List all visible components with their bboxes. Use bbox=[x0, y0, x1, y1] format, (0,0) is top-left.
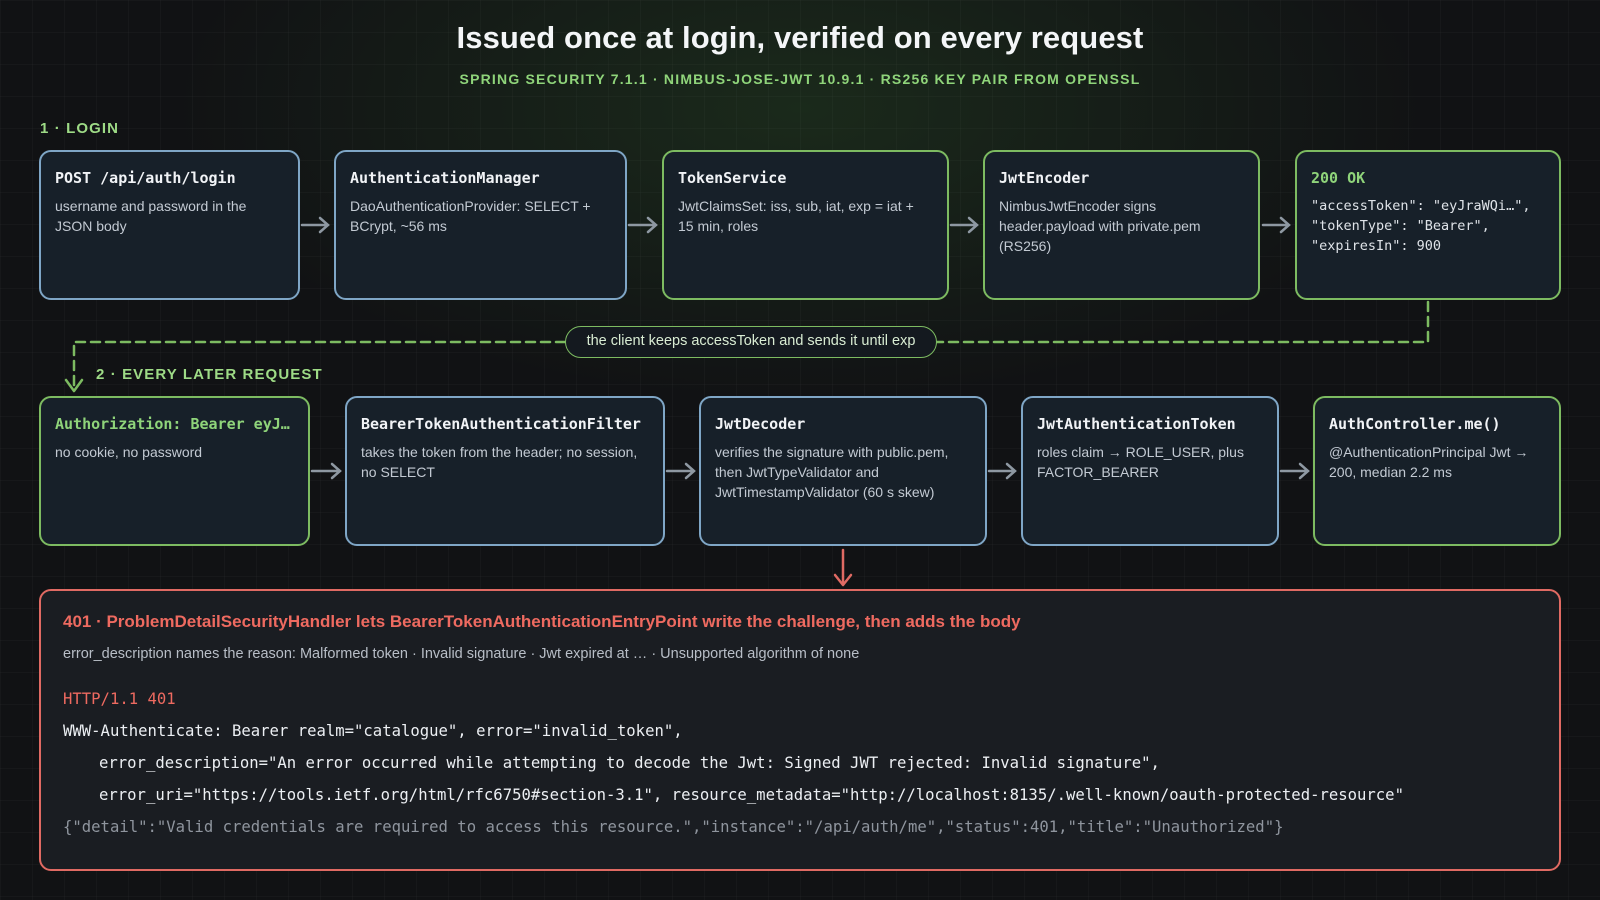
response-code-line: "accessToken": "eyJraWQi…", bbox=[1311, 198, 1531, 214]
card-title: BearerTokenAuthenticationFilter bbox=[361, 415, 641, 433]
arrow-login-4 bbox=[1261, 216, 1291, 234]
card-title: Authorization: Bearer eyJ… bbox=[55, 415, 290, 433]
card-description: @AuthenticationPrincipal Jwt → 200, medi… bbox=[1329, 444, 1529, 480]
arrow-login-3 bbox=[949, 216, 979, 234]
error-title: 401 · ProblemDetailSecurityHandler lets … bbox=[63, 612, 1021, 631]
connector-label: the client keeps accessToken and sends i… bbox=[565, 326, 937, 358]
arrow-request-3 bbox=[987, 462, 1017, 480]
card-title: JwtAuthenticationToken bbox=[1037, 415, 1236, 433]
card-title: TokenService bbox=[678, 169, 787, 187]
login-section-label: 1 · LOGIN bbox=[40, 120, 120, 137]
error-description-header-line: error_description="An error occurred whi… bbox=[99, 754, 1160, 772]
arrow-login-1 bbox=[300, 216, 330, 234]
http-status-line: HTTP/1.1 401 bbox=[63, 690, 176, 708]
error-uri-header-line: error_uri="https://tools.ietf.org/html/r… bbox=[99, 786, 1404, 804]
card-description: verifies the signature with public.pem, … bbox=[715, 444, 949, 500]
request-section-label: 2 · EVERY LATER REQUEST bbox=[96, 366, 323, 383]
jwt-encoder-card: JwtEncoder NimbusJwtEncoder signs header… bbox=[983, 150, 1260, 300]
card-title: 200 OK bbox=[1311, 169, 1366, 187]
page-title: Issued once at login, verified on every … bbox=[456, 20, 1144, 55]
authentication-manager-card: AuthenticationManager DaoAuthenticationP… bbox=[334, 150, 627, 300]
card-description: roles claim → ROLE_USER, plus FACTOR_BEA… bbox=[1037, 444, 1244, 480]
card-description: username and password in the JSON body bbox=[55, 198, 247, 234]
arrow-request-1 bbox=[310, 462, 342, 480]
card-title: AuthenticationManager bbox=[350, 169, 540, 187]
card-description: NimbusJwtEncoder signs header.payload wi… bbox=[999, 198, 1201, 254]
error-arrow bbox=[833, 548, 853, 587]
card-description: takes the token from the header; no sess… bbox=[361, 444, 638, 480]
www-authenticate-header-line: WWW-Authenticate: Bearer realm="catalogu… bbox=[63, 722, 683, 740]
problem-detail-body: {"detail":"Valid credentials are require… bbox=[63, 818, 1284, 836]
authorization-header-card: Authorization: Bearer eyJ… no cookie, no… bbox=[39, 396, 310, 546]
arrow-request-2 bbox=[665, 462, 696, 480]
token-service-card: TokenService JwtClaimsSet: iss, sub, iat… bbox=[662, 150, 949, 300]
card-description: DaoAuthenticationProvider: SELECT + BCry… bbox=[350, 198, 591, 234]
login-response-card: 200 OK "accessToken": "eyJraWQi…", "toke… bbox=[1295, 150, 1561, 300]
card-description: JwtClaimsSet: iss, sub, iat, exp = iat +… bbox=[678, 198, 914, 234]
arrow-login-2 bbox=[627, 216, 658, 234]
login-request-card: POST /api/auth/login username and passwo… bbox=[39, 150, 300, 300]
response-code-line: "tokenType": "Bearer", bbox=[1311, 218, 1490, 234]
card-title: JwtEncoder bbox=[999, 169, 1090, 187]
bearer-filter-card: BearerTokenAuthenticationFilter takes th… bbox=[345, 396, 665, 546]
page-subtitle: SPRING SECURITY 7.1.1 · NIMBUS-JOSE-JWT … bbox=[459, 71, 1141, 87]
card-title: AuthController.me() bbox=[1329, 415, 1501, 433]
response-code-line: "expiresIn": 900 bbox=[1311, 238, 1442, 254]
card-title: JwtDecoder bbox=[715, 415, 806, 433]
error-description: error_description names the reason: Malf… bbox=[63, 646, 860, 662]
card-description: no cookie, no password bbox=[55, 444, 203, 460]
card-title: POST /api/auth/login bbox=[55, 169, 236, 187]
jwt-authentication-token-card: JwtAuthenticationToken roles claim → ROL… bbox=[1021, 396, 1279, 546]
arrow-request-4 bbox=[1279, 462, 1310, 480]
jwt-decoder-card: JwtDecoder verifies the signature with p… bbox=[699, 396, 987, 546]
auth-controller-card: AuthController.me() @AuthenticationPrinc… bbox=[1313, 396, 1561, 546]
